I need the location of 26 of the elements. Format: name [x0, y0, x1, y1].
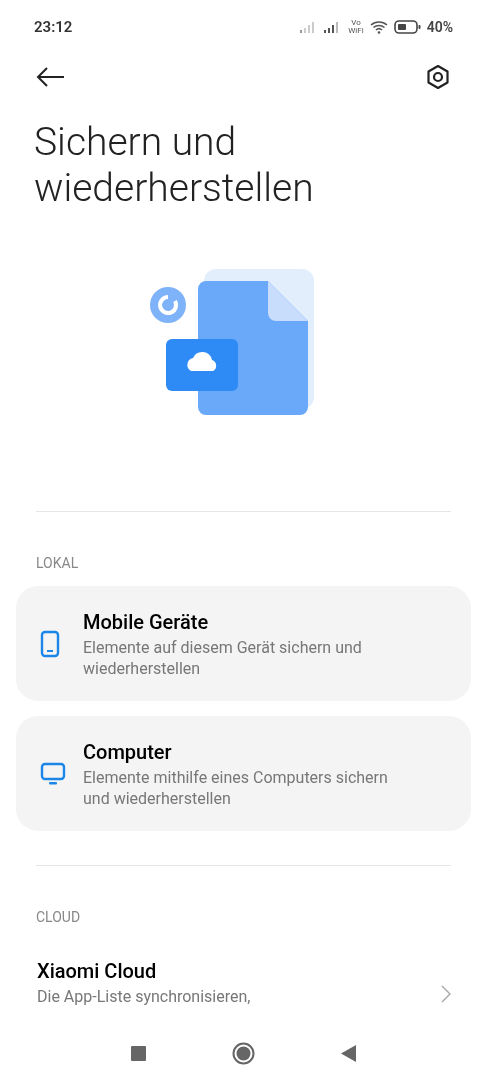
- page-title: Sichern und wiederherstellen: [33, 118, 315, 211]
- section-header: CLOUD: [35, 908, 82, 927]
- phone-icon: [40, 629, 60, 658]
- option-card[interactable]: Mobile Geräte Elemente auf diesem Gerät sichern und wiederherstellen: [16, 586, 471, 701]
- list-item[interactable]: Xiaomi Cloud Die App-Liste synchronisieren,: [0, 940, 487, 1016]
- settings-icon[interactable]: [425, 64, 451, 90]
- vowifi-label: Vo: [351, 19, 361, 27]
- back-button[interactable]: [341, 1044, 356, 1062]
- back-icon[interactable]: [36, 67, 66, 87]
- chevron-right-icon: [441, 985, 451, 1003]
- wifi-icon: [369, 20, 388, 34]
- section-header: LOKAL: [35, 554, 80, 573]
- status-time: 23:12: [34, 16, 73, 38]
- battery-icon: [393, 20, 421, 34]
- option-card[interactable]: Computer Elemente mithilfe eines Computers sichern und wiederherstellen: [16, 716, 471, 831]
- recents-button[interactable]: [131, 1045, 146, 1061]
- item-title: Mobile Geräte: [83, 608, 210, 635]
- item-title: Xiaomi Cloud: [37, 957, 158, 984]
- home-button[interactable]: [232, 1041, 255, 1065]
- vowifi-label: WiFi: [348, 27, 364, 35]
- item-subtitle: Elemente auf diesem Gerät sichern und wiederherstellen: [83, 636, 363, 679]
- battery-percent: 40%: [426, 17, 453, 37]
- item-subtitle: Die App-Liste synchronisieren,: [37, 985, 252, 1007]
- monitor-icon: [40, 761, 66, 786]
- item-subtitle: Elemente mithilfe eines Computers sichern und wiederherstellen: [83, 766, 389, 809]
- item-title: Computer: [83, 738, 173, 765]
